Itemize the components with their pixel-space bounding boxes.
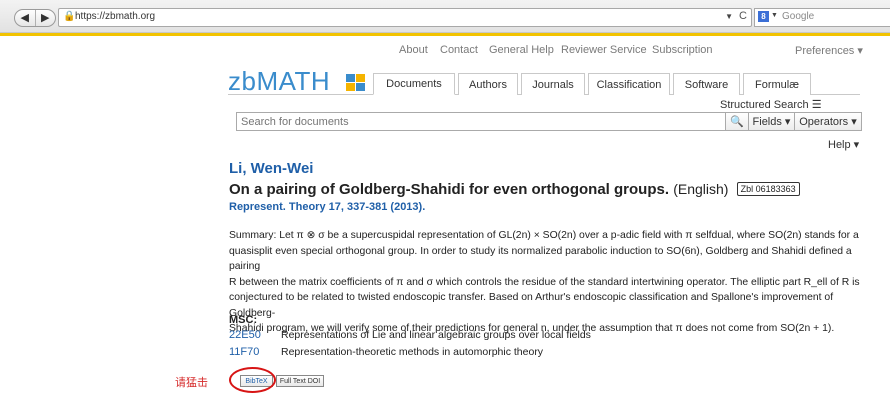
msc-label: MSC: bbox=[229, 314, 258, 326]
browser-search-box[interactable]: 8 ▼ Google bbox=[754, 8, 890, 27]
back-button[interactable]: ◀ bbox=[15, 10, 36, 26]
logo-mark-icon bbox=[346, 74, 366, 92]
tab-documents[interactable]: Documents bbox=[373, 73, 455, 95]
search-icon: 🔍 bbox=[730, 116, 744, 128]
address-bar[interactable]: 🔒 https://zbmath.org ▼ C bbox=[58, 8, 752, 27]
tab-formulae[interactable]: Formulæ bbox=[743, 73, 811, 95]
summary-line: R between the matrix coefficients of π a… bbox=[229, 276, 860, 288]
msc-row: 22E50 Representations of Lie and linear a… bbox=[229, 329, 591, 341]
engine-dropdown-icon[interactable]: ▼ bbox=[771, 12, 778, 19]
language-label: (English) bbox=[673, 181, 729, 197]
help-menu[interactable]: Help ▾ bbox=[828, 138, 859, 151]
annotation-label: 请猛击 bbox=[175, 376, 208, 389]
msc-description: Representation-theoretic methods in auto… bbox=[281, 346, 544, 358]
title-text: On a pairing of Goldberg-Shahidi for eve… bbox=[229, 181, 670, 198]
dropdown-icon[interactable]: ▼ bbox=[725, 12, 733, 21]
msc-row: 11F70 Representation-theoretic methods in… bbox=[229, 346, 543, 358]
search-input[interactable] bbox=[236, 112, 726, 131]
tab-journals[interactable]: Journals bbox=[521, 73, 585, 95]
msc-description: Representations of Lie and linear algebr… bbox=[281, 329, 591, 341]
highlight-circle bbox=[229, 367, 276, 393]
subscription-link[interactable]: Subscription bbox=[652, 44, 713, 56]
author-link[interactable]: Li, Wen-Wei bbox=[229, 160, 313, 177]
msc-code-link[interactable]: 22E50 bbox=[229, 329, 281, 341]
general-help-link[interactable]: General Help bbox=[489, 44, 554, 56]
tab-authors[interactable]: Authors bbox=[458, 73, 518, 95]
fulltext-doi-button[interactable]: Full Text DOI bbox=[276, 375, 324, 387]
document-title: On a pairing of Goldberg-Shahidi for eve… bbox=[229, 181, 800, 198]
url-text: https://zbmath.org bbox=[75, 11, 156, 22]
google-logo-icon[interactable]: 8 bbox=[758, 11, 769, 22]
tab-software[interactable]: Software bbox=[673, 73, 740, 95]
fields-dropdown[interactable]: Fields ▾ bbox=[749, 112, 795, 131]
contact-link[interactable]: Contact bbox=[440, 44, 478, 56]
toolbar-divider bbox=[0, 33, 890, 36]
zbmath-logo[interactable]: zbMATH bbox=[228, 66, 330, 97]
summary-line: quasisplit even special orthogonal group… bbox=[229, 245, 852, 273]
summary-line: conjectured to be related to twisted end… bbox=[229, 292, 834, 319]
zbl-badge[interactable]: Zbl 06183363 bbox=[736, 182, 800, 196]
preferences-menu[interactable]: Preferences ▾ bbox=[795, 44, 863, 57]
source-link[interactable]: Represent. Theory 17, 337-381 (2013). bbox=[229, 201, 425, 213]
reviewer-service-link[interactable]: Reviewer Service bbox=[561, 44, 647, 56]
search-engine-label: Google bbox=[782, 11, 815, 22]
browser-toolbar: ◀ ▶ 🔒 https://zbmath.org ▼ C 8 ▼ Google bbox=[0, 0, 890, 33]
reload-icon[interactable]: C bbox=[739, 10, 747, 22]
summary-line: Summary: Let π ⊗ σ be a supercuspidal re… bbox=[229, 230, 859, 241]
structured-search-link[interactable]: Structured Search ☰ bbox=[720, 98, 822, 111]
operators-dropdown[interactable]: Operators ▾ bbox=[795, 112, 862, 131]
about-link[interactable]: About bbox=[399, 44, 428, 56]
lock-icon: 🔒 bbox=[63, 11, 76, 22]
tab-classification[interactable]: Classification bbox=[588, 73, 670, 95]
search-button[interactable]: 🔍 bbox=[726, 112, 749, 131]
nav-buttons: ◀ ▶ bbox=[14, 9, 56, 27]
summary-text: Summary: Let π ⊗ σ be a supercuspidal re… bbox=[229, 228, 871, 337]
forward-button[interactable]: ▶ bbox=[36, 10, 56, 26]
msc-code-link[interactable]: 11F70 bbox=[229, 346, 281, 358]
